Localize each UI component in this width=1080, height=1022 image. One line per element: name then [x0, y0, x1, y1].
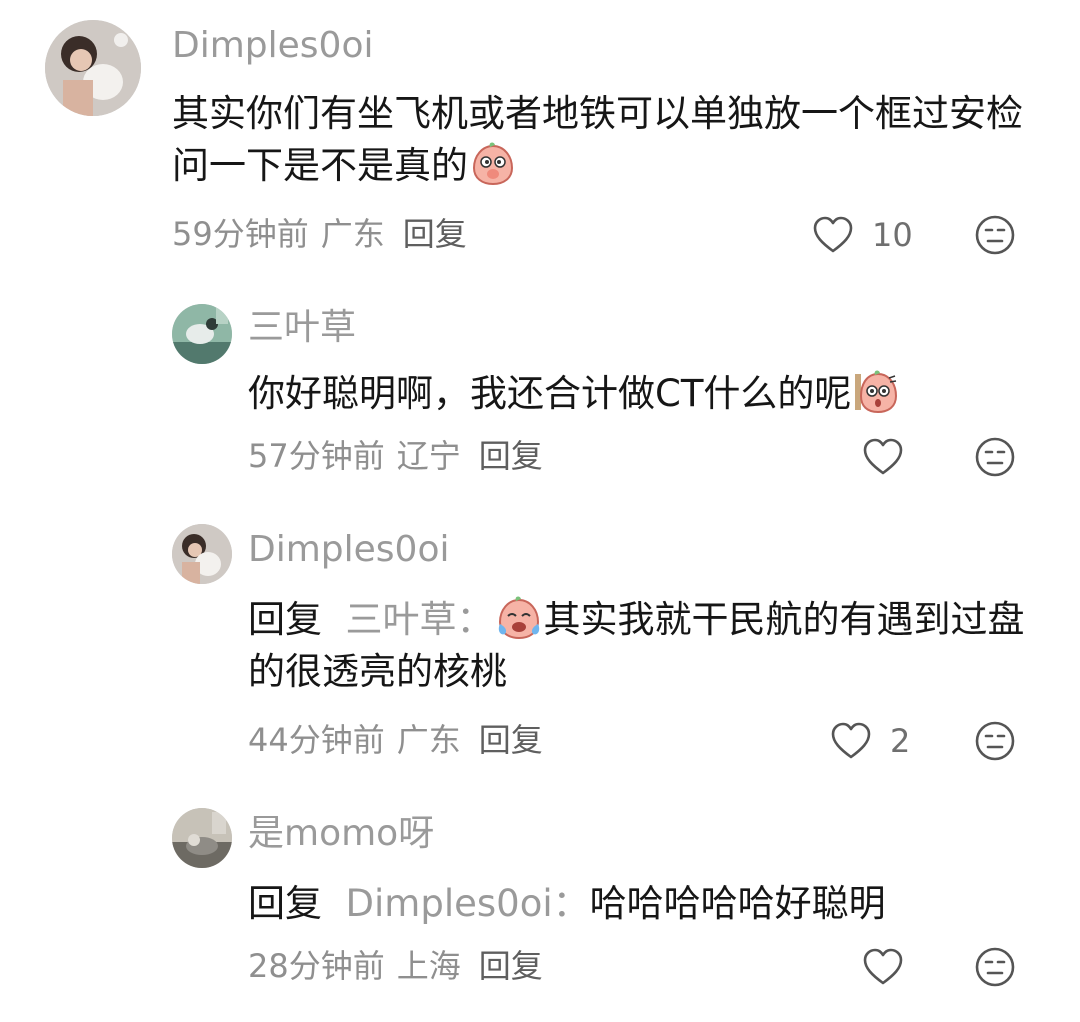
heart-outline-icon	[813, 216, 853, 253]
reply-target-username[interactable]: Dimples0oi：	[346, 882, 590, 925]
meh-face-icon	[975, 215, 1015, 255]
reply-button[interactable]: 回复	[479, 437, 543, 475]
avatar[interactable]	[172, 304, 232, 364]
reply-button[interactable]: 回复	[479, 721, 543, 759]
timestamp: 44分钟前	[248, 721, 385, 759]
reply-target-username[interactable]: 三叶草：	[346, 598, 494, 641]
comment-text-content: 哈哈哈哈哈好聪明	[589, 882, 886, 925]
location: 辽宁	[396, 437, 461, 475]
reply-prefix: 回复	[248, 598, 322, 641]
reply-button[interactable]: 回复	[403, 215, 467, 253]
crying-peach-emoji-icon	[496, 594, 542, 640]
comment-text: 回复 Dimples0oi：哈哈哈哈哈好聪明	[248, 878, 1038, 930]
like-button[interactable]: 10	[812, 213, 913, 257]
username[interactable]: 三叶草	[248, 306, 356, 350]
username[interactable]: Dimples0oi	[172, 24, 373, 68]
comment-text: 你好聪明啊，我还合计做CT什么的呢	[248, 368, 1038, 420]
dislike-button[interactable]	[974, 946, 1016, 988]
like-button[interactable]	[862, 435, 922, 479]
reply-button[interactable]: 回复	[479, 947, 543, 985]
location: 上海	[396, 947, 461, 985]
dislike-button[interactable]	[974, 214, 1016, 256]
comment-text: 回复 三叶草： 其实我就干民航的有遇到过盘的很透亮的核桃	[248, 594, 1038, 698]
comment-text-content: 其实你们有坐飞机或者地铁可以单独放一个框过安检问一下是不是真的	[172, 92, 1023, 187]
like-count: 2	[890, 722, 911, 760]
avatar[interactable]	[172, 808, 232, 868]
heart-outline-icon	[831, 722, 871, 759]
comment-meta: 44分钟前 广东 回复	[248, 720, 555, 760]
comment-meta: 57分钟前 辽宁 回复	[248, 436, 555, 476]
avatar[interactable]	[45, 20, 141, 116]
meh-face-icon	[975, 721, 1015, 761]
username[interactable]: Dimples0oi	[248, 528, 449, 572]
like-button[interactable]: 2	[830, 719, 910, 763]
reply-prefix: 回复	[248, 882, 322, 925]
heart-outline-icon	[863, 438, 903, 475]
surprised-peach-emoji-icon	[853, 368, 899, 414]
location: 广东	[396, 721, 461, 759]
dislike-button[interactable]	[974, 436, 1016, 478]
location: 广东	[320, 215, 385, 253]
comment-text: 其实你们有坐飞机或者地铁可以单独放一个框过安检问一下是不是真的	[172, 88, 1032, 192]
heart-outline-icon	[863, 948, 903, 985]
shy-peach-emoji-icon	[470, 140, 516, 186]
comment-meta: 59分钟前 广东 回复	[172, 214, 479, 254]
dislike-button[interactable]	[974, 720, 1016, 762]
timestamp: 28分钟前	[248, 947, 385, 985]
meh-face-icon	[975, 947, 1015, 987]
comment-meta: 28分钟前 上海 回复	[248, 946, 555, 986]
like-count: 10	[872, 216, 913, 254]
like-button[interactable]	[862, 945, 922, 989]
meh-face-icon	[975, 437, 1015, 477]
timestamp: 59分钟前	[172, 215, 309, 253]
avatar[interactable]	[172, 524, 232, 584]
timestamp: 57分钟前	[248, 437, 385, 475]
comment-text-content: 你好聪明啊，我还合计做CT什么的呢	[248, 372, 852, 415]
username[interactable]: 是momo呀	[248, 812, 434, 856]
